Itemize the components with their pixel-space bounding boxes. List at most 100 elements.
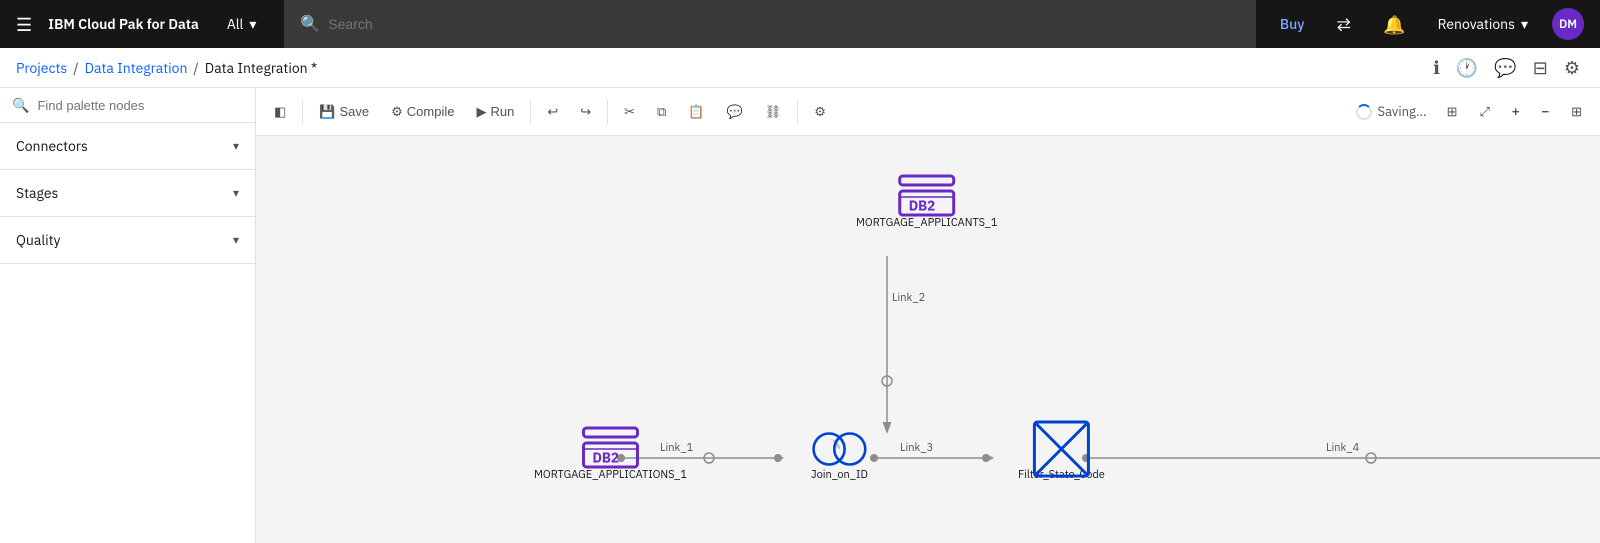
collapse-icon: ◧ (274, 104, 286, 120)
node-mortgage-applications-label: MORTGAGE_APPLICATIONS_1 (534, 468, 687, 482)
breadcrumb-sep-1: / (73, 59, 78, 77)
sidebar-section-quality-header[interactable]: Quality ▾ (0, 217, 255, 263)
top-nav: ☰ IBM Cloud Pak for Data All ▾ 🔍 Buy ⇄ 🔔… (0, 0, 1600, 48)
connectors-chevron-icon: ▾ (233, 139, 239, 154)
db2-icon-applications: DB2 (586, 416, 634, 464)
join-icon (815, 416, 863, 464)
zoom-out-icon: − (1542, 104, 1550, 119)
sidebar-search-icon: 🔍 (12, 96, 29, 114)
link-icon: ⛓ (765, 104, 782, 120)
node-filter-state-code[interactable]: Filter_State_Code (1018, 416, 1105, 482)
avatar[interactable]: DM (1552, 8, 1584, 40)
search-input[interactable] (328, 16, 1240, 32)
sidebar-section-stages: Stages ▾ (0, 170, 255, 217)
fit-view-icon: ⤢ (1480, 104, 1490, 120)
org-name: Renovations (1438, 15, 1515, 33)
breadcrumb-current: Data Integration * (205, 59, 317, 77)
save-button[interactable]: 💾 Save (309, 98, 379, 126)
transfer-icon[interactable]: ⇄ (1328, 13, 1359, 36)
toolbar-right: ⊞ ⤢ + − ⊞ (1437, 98, 1592, 126)
all-selector[interactable]: All ▾ (215, 0, 269, 48)
sidebar-section-stages-header[interactable]: Stages ▾ (0, 170, 255, 216)
quality-chevron-icon: ▾ (233, 233, 239, 248)
toolbar: ◧ 💾 Save ⚙ Compile ▶ Run ↩ (256, 88, 1600, 136)
stages-label: Stages (16, 184, 58, 202)
chat-icon[interactable]: 💬 (1490, 52, 1520, 83)
fit-view-button[interactable]: ⤢ (1470, 98, 1500, 126)
breadcrumb-sep-2: / (193, 59, 198, 77)
stages-chevron-icon: ▾ (233, 186, 239, 201)
zoom-in-button[interactable]: + (1502, 98, 1530, 125)
history-icon[interactable]: 🕐 (1452, 52, 1482, 83)
canvas[interactable]: DB2 MORTGAGE_APPLICANTS_1 Link_2 DB2 (256, 136, 1600, 543)
compile-button[interactable]: ⚙ Compile (381, 98, 464, 126)
copy-button[interactable]: ⧉ (647, 98, 676, 126)
search-container[interactable]: 🔍 (284, 0, 1255, 48)
quality-label: Quality (16, 231, 61, 249)
node-join-on-id[interactable]: Join_on_ID (811, 416, 868, 482)
node-mortgage-applicants-label: MORTGAGE_APPLICANTS_1 (856, 216, 997, 230)
cut-button[interactable]: ✂ (614, 98, 645, 126)
sidebar-section-connectors: Connectors ▾ (0, 123, 255, 170)
node-mortgage-applicants-1[interactable]: DB2 MORTGAGE_APPLICANTS_1 (856, 164, 997, 230)
toolbar-left: ◧ 💾 Save ⚙ Compile ▶ Run ↩ (264, 98, 836, 126)
node-filter-label: Filter_State_Code (1018, 468, 1105, 482)
all-label: All (227, 15, 244, 33)
chevron-down-icon: ▾ (249, 15, 256, 33)
add-node-button[interactable]: ⊞ (1437, 98, 1468, 126)
saving-text: Saving... (1378, 103, 1427, 120)
filter-icon (1037, 416, 1085, 464)
grid-toggle-button[interactable]: ⊞ (1561, 98, 1592, 126)
info-icon[interactable]: ℹ (1429, 52, 1444, 83)
link-button[interactable]: ⛓ (755, 98, 792, 126)
connectors-label: Connectors (16, 137, 88, 155)
collapse-panel-button[interactable]: ◧ (264, 98, 296, 126)
sidebar-section-quality: Quality ▾ (0, 217, 255, 264)
comment-icon: 💬 (727, 104, 743, 120)
breadcrumb-data-integration[interactable]: Data Integration (85, 59, 188, 77)
saving-spinner (1356, 104, 1372, 120)
sidebar: 🔍 Connectors ▾ Stages ▾ Quality ▾ (0, 88, 256, 543)
canvas-settings-button[interactable]: ⚙ (804, 98, 836, 126)
main-layout: 🔍 Connectors ▾ Stages ▾ Quality ▾ (0, 88, 1600, 543)
settings-icon[interactable]: ⚙ (1560, 52, 1584, 83)
db2-icon-applicants: DB2 (903, 164, 951, 212)
redo-icon: ↪ (580, 104, 591, 120)
paste-button[interactable]: 📋 (678, 98, 714, 126)
org-selector[interactable]: Renovations ▾ (1430, 15, 1536, 33)
split-icon[interactable]: ⊟ (1529, 52, 1552, 83)
undo-button[interactable]: ↩ (537, 98, 568, 126)
grid-icon: ⊞ (1571, 104, 1582, 120)
add-node-icon: ⊞ (1447, 104, 1458, 120)
right-panel: ◧ 💾 Save ⚙ Compile ▶ Run ↩ (256, 88, 1600, 543)
link-3-label: Link_3 (900, 441, 933, 455)
paste-icon: 📋 (688, 104, 704, 120)
brand-name: IBM Cloud Pak for Data (48, 15, 199, 33)
hamburger-menu[interactable]: ☰ (16, 13, 32, 36)
bell-icon[interactable]: 🔔 (1375, 13, 1413, 36)
svg-text:DB2: DB2 (592, 449, 619, 467)
toolbar-sep-3 (607, 100, 608, 124)
comment-button[interactable]: 💬 (717, 98, 753, 126)
run-icon: ▶ (476, 104, 486, 120)
buy-link[interactable]: Buy (1272, 15, 1313, 33)
sidebar-section-connectors-header[interactable]: Connectors ▾ (0, 123, 255, 169)
settings-icon: ⚙ (814, 104, 826, 120)
link-1-label: Link_1 (660, 441, 693, 455)
breadcrumb-projects[interactable]: Projects (16, 59, 67, 77)
sidebar-search[interactable]: 🔍 (0, 88, 255, 123)
undo-icon: ↩ (547, 104, 558, 120)
save-icon: 💾 (319, 104, 335, 120)
saving-indicator: Saving... (1356, 103, 1427, 120)
sidebar-search-input[interactable] (37, 98, 243, 113)
breadcrumb: Projects / Data Integration / Data Integ… (0, 48, 1600, 88)
cut-icon: ✂ (624, 104, 635, 120)
run-button[interactable]: ▶ Run (466, 98, 524, 126)
org-chevron-icon: ▾ (1521, 15, 1528, 33)
copy-icon: ⧉ (657, 104, 666, 120)
redo-button[interactable]: ↪ (570, 98, 601, 126)
svg-text:DB2: DB2 (909, 197, 936, 215)
toolbar-sep-1 (302, 100, 303, 124)
toolbar-sep-2 (530, 100, 531, 124)
zoom-out-button[interactable]: − (1532, 98, 1560, 125)
